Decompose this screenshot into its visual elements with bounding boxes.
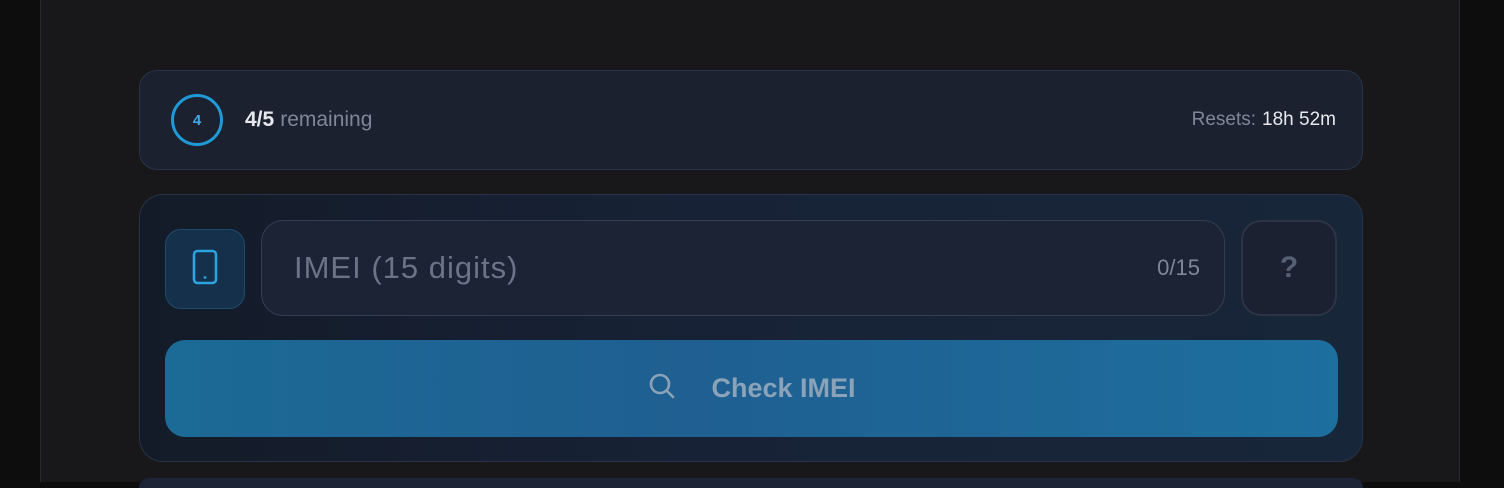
- page-container: 4 4/5remaining Resets:18h 52m 0/15 ?: [40, 0, 1460, 488]
- quota-left: 4 4/5 remaining: [171, 94, 372, 146]
- resets-value: 18h 52m: [1262, 109, 1336, 130]
- smartphone-icon: [191, 249, 219, 290]
- quota-ring-value: 4: [192, 111, 202, 129]
- help-label: ?: [1279, 251, 1299, 284]
- imei-char-counter: 0/15: [1157, 255, 1200, 280]
- quota-text: 4/5 remaining: [245, 108, 372, 132]
- check-imei-button[interactable]: Check IMEI: [165, 340, 1338, 437]
- help-button[interactable]: ?: [1241, 220, 1337, 316]
- imei-check-card: 0/15 ? Check IMEI: [139, 194, 1363, 462]
- quota-ring: 4: [171, 94, 223, 146]
- imei-field[interactable]: 0/15: [261, 220, 1225, 316]
- imei-input[interactable]: [294, 250, 1158, 286]
- search-icon: [647, 371, 677, 406]
- quota-reset: Resets: 18h 52m: [1192, 109, 1336, 131]
- check-imei-label: Check IMEI: [711, 373, 856, 403]
- resets-label: Resets:: [1191, 109, 1257, 130]
- quota-count: 4/5: [245, 108, 275, 131]
- device-type-button[interactable]: [165, 229, 245, 309]
- next-card-edge: [139, 478, 1363, 488]
- quota-remaining-label: remaining: [280, 108, 373, 131]
- quota-bar: 4 4/5 remaining Resets: 18h 52m: [139, 70, 1363, 170]
